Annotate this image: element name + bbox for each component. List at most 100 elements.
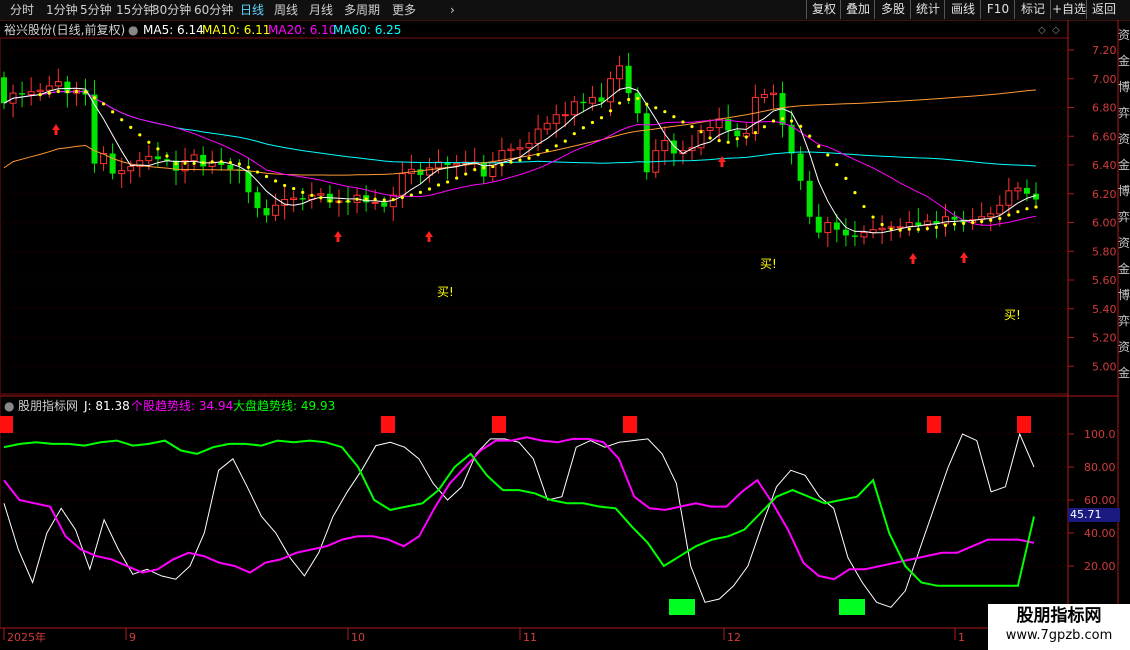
ma10-dot bbox=[65, 90, 69, 94]
ma10-dot bbox=[672, 115, 676, 119]
buy-arrow-icon bbox=[52, 124, 60, 135]
buy-signal-label: 买! bbox=[760, 257, 777, 271]
candle-body bbox=[760, 94, 768, 98]
ma10-dot bbox=[120, 118, 124, 122]
ma10-dot bbox=[273, 179, 278, 183]
candle-body bbox=[951, 216, 958, 220]
ma10-dot bbox=[473, 168, 477, 172]
ma10-dot bbox=[355, 197, 359, 201]
kline-chart[interactable]: ◇ ◇ 7.20 7.00 6.80 6.60 6.40 6.20 6.00 5.80 5.60 5.… bbox=[0, 0, 1130, 650]
ma10-dot bbox=[246, 165, 251, 169]
sell-signal-marker bbox=[1017, 416, 1031, 433]
ma10-dot bbox=[961, 221, 966, 225]
candle-body bbox=[190, 154, 198, 162]
candle-body bbox=[200, 154, 207, 167]
buy-signal-marker bbox=[669, 599, 695, 615]
ma10-dot bbox=[934, 225, 939, 229]
ma10-dot bbox=[898, 228, 902, 232]
price-tick-label: 6.00 bbox=[1092, 217, 1117, 230]
ma10-dot bbox=[400, 195, 404, 200]
candle-body bbox=[27, 91, 35, 96]
candle-body bbox=[561, 114, 569, 117]
ma10-dot bbox=[464, 172, 468, 176]
candle-body bbox=[588, 96, 596, 104]
right-side-panel: 资金博弈资金博弈资金博弈资金 bbox=[1118, 28, 1130, 380]
watermark: 股朋指标网 www.7gpzb.com bbox=[988, 604, 1130, 650]
candle-body bbox=[797, 153, 804, 181]
candle-body bbox=[788, 124, 795, 154]
ma10-dot bbox=[554, 144, 558, 148]
ma10-dot bbox=[817, 144, 821, 148]
candle-body bbox=[996, 204, 1004, 215]
ma10-dot bbox=[699, 130, 703, 134]
ma10-dot bbox=[156, 147, 160, 151]
sell-signal-marker bbox=[623, 416, 637, 433]
ma10-dot bbox=[771, 119, 776, 123]
ma10-dot bbox=[382, 198, 386, 202]
ma10-dot bbox=[174, 161, 178, 166]
candle-body bbox=[425, 167, 433, 176]
price-tick-label: 5.60 bbox=[1092, 274, 1117, 287]
ma10-dot bbox=[292, 186, 296, 191]
ma10-dot bbox=[445, 180, 450, 184]
ma10-dot bbox=[427, 187, 432, 191]
candle-body bbox=[815, 216, 822, 233]
buy-signal-label: 买! bbox=[1004, 308, 1021, 322]
ma10-dot bbox=[111, 110, 115, 114]
candle-body bbox=[317, 193, 325, 196]
xaxis-label: 10 bbox=[351, 631, 365, 644]
candle-body bbox=[643, 113, 650, 173]
ma10-dot bbox=[835, 162, 839, 167]
candle-body bbox=[833, 222, 840, 230]
candle-body bbox=[580, 101, 587, 104]
ma10-dot bbox=[264, 174, 269, 179]
ma10-dot bbox=[391, 198, 395, 202]
ma10-dot bbox=[889, 227, 893, 231]
ma10-dot bbox=[735, 137, 739, 141]
diamond-icon: ◇ bbox=[1038, 25, 1046, 36]
ma10-dot bbox=[1016, 210, 1020, 214]
ma10-dot bbox=[491, 164, 495, 169]
candle-body bbox=[1005, 190, 1013, 206]
ma10-dot bbox=[708, 136, 712, 140]
candle-body bbox=[634, 93, 641, 114]
ma10-dot bbox=[980, 219, 984, 224]
ma10-dot bbox=[56, 89, 60, 94]
candle-body bbox=[272, 204, 280, 216]
ma10-dot bbox=[636, 96, 640, 101]
ma10-dot bbox=[989, 218, 993, 222]
price-tick-label: 7.20 bbox=[1092, 44, 1117, 57]
ma10-dot bbox=[1007, 213, 1011, 217]
ma10-dot bbox=[971, 220, 975, 225]
candle-body bbox=[254, 192, 261, 209]
ma10-dot bbox=[346, 199, 350, 203]
ma10-dot bbox=[654, 106, 658, 110]
ma10-dot bbox=[663, 110, 667, 114]
ma10-dot bbox=[183, 161, 187, 165]
ma10-dot bbox=[925, 226, 929, 231]
sell-signal-marker bbox=[492, 416, 506, 433]
buy-signal-marker bbox=[839, 599, 865, 615]
ma10-dot bbox=[228, 160, 232, 165]
ma10-dot bbox=[337, 200, 341, 204]
ma10-dot bbox=[138, 133, 142, 137]
candle-body bbox=[525, 142, 533, 149]
ma10-dot bbox=[210, 160, 214, 164]
candle-body bbox=[625, 65, 632, 94]
candle-body bbox=[290, 197, 298, 200]
buy-arrow-icon bbox=[909, 253, 917, 264]
ma10-dot bbox=[219, 160, 223, 164]
ma10-dot bbox=[780, 117, 785, 121]
sell-signal-marker bbox=[381, 416, 395, 433]
ma10-dot bbox=[92, 96, 97, 100]
ma10-dot bbox=[255, 170, 260, 174]
price-tick-label: 6.20 bbox=[1092, 188, 1117, 201]
indicator-tick-label: 40.00 bbox=[1084, 527, 1116, 540]
candle-body bbox=[734, 130, 741, 137]
price-tick-label: 6.80 bbox=[1092, 102, 1117, 115]
candle-body bbox=[54, 81, 62, 87]
candle-body bbox=[127, 165, 135, 172]
ma10-dot bbox=[627, 97, 631, 102]
candle-body bbox=[534, 128, 542, 144]
candle-body bbox=[842, 229, 849, 236]
